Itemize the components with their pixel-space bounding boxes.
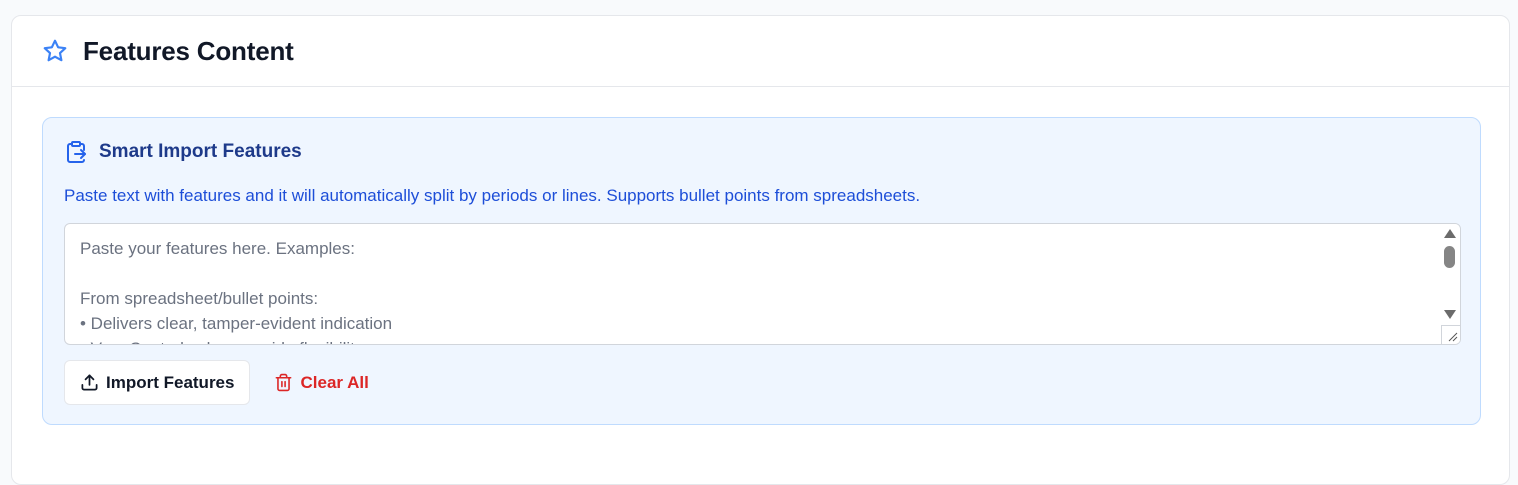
smart-import-panel: Smart Import Features Paste text with fe…	[42, 117, 1481, 425]
features-textarea[interactable]	[65, 224, 1440, 344]
panel-description: Paste text with features and it will aut…	[64, 186, 921, 205]
upload-icon	[80, 373, 99, 392]
clear-all-button[interactable]: Clear All	[274, 360, 369, 405]
clipboard-import-icon	[64, 140, 88, 164]
resize-handle-icon[interactable]	[1441, 325, 1460, 344]
panel-title: Smart Import Features	[99, 141, 302, 162]
clear-all-label: Clear All	[300, 372, 369, 392]
trash-icon	[274, 373, 293, 392]
import-features-button[interactable]: Import Features	[64, 360, 251, 405]
star-icon	[42, 38, 68, 64]
page-title: Features Content	[83, 35, 294, 66]
scroll-down-arrow-icon[interactable]	[1444, 310, 1456, 319]
import-actions: Import Features Clear All	[64, 360, 369, 405]
scroll-up-arrow-icon[interactable]	[1444, 229, 1456, 238]
import-features-label: Import Features	[106, 372, 235, 392]
card-header: Features Content	[12, 16, 1509, 87]
features-content-card: Features Content Smart Import Features P…	[11, 15, 1510, 485]
panel-heading: Smart Import Features	[64, 140, 302, 164]
scroll-thumb[interactable]	[1444, 246, 1455, 268]
features-textarea-wrapper	[64, 223, 1461, 345]
